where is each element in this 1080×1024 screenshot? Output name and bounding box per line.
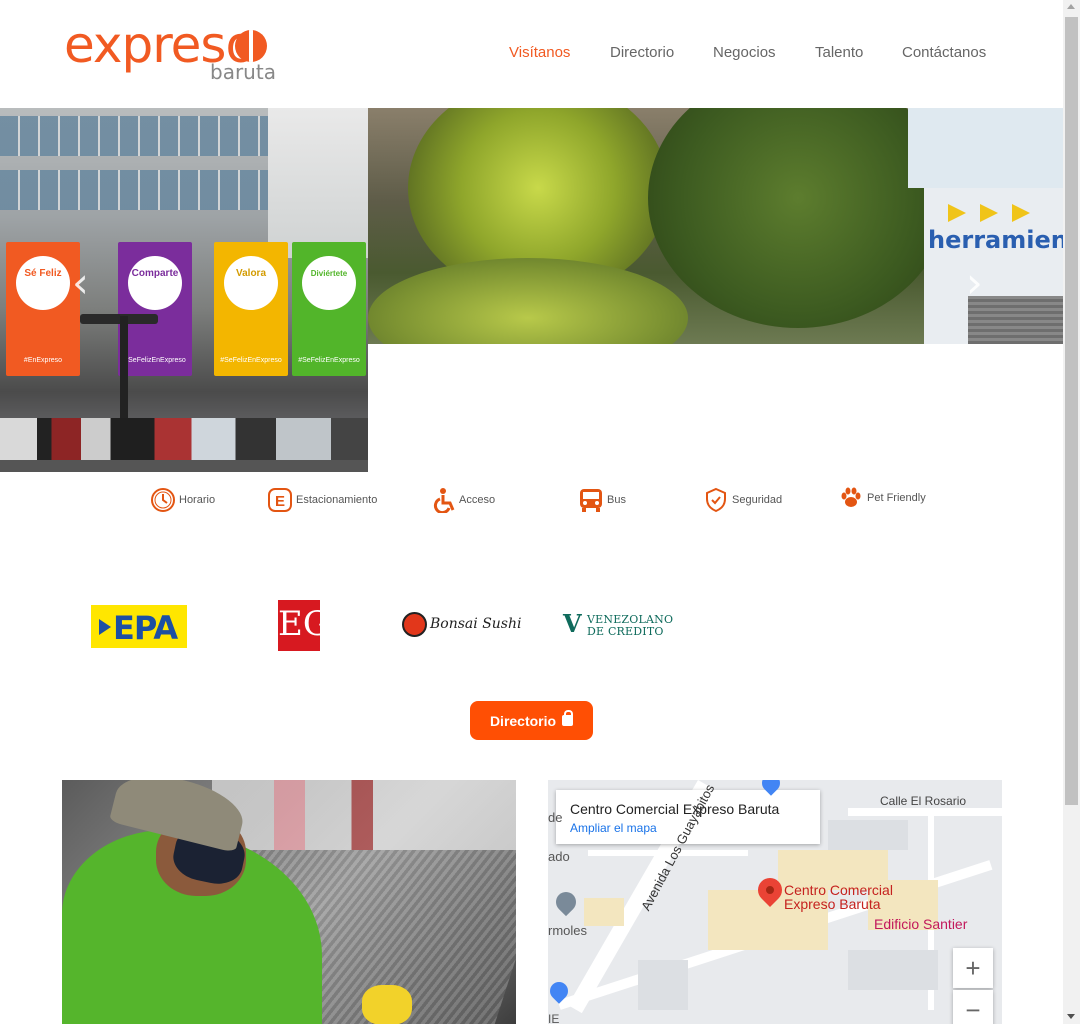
brand-venezolano-de-credito-logo[interactable]: V VENEZOLANO DE CREDITO <box>563 609 673 639</box>
scroll-down-icon[interactable] <box>1067 1014 1075 1019</box>
epa-text: EPA <box>113 609 178 647</box>
banner-valora: Valora #SeFelizEnExpreso <box>214 242 288 376</box>
tree-foliage <box>648 108 948 328</box>
eg-text: EG <box>278 604 330 644</box>
clock-icon <box>151 488 175 512</box>
map-label-edge: rmoles <box>548 923 588 938</box>
sign-triangle <box>1012 204 1030 222</box>
nav-negocios[interactable]: Negocios <box>713 44 776 61</box>
carousel-next-icon[interactable]: › <box>966 262 983 304</box>
building-side <box>268 108 368 258</box>
vzla-text-line2: DE CREDITO <box>587 625 664 638</box>
map-zoom-in-button[interactable]: + <box>953 948 993 988</box>
worker-glove <box>362 985 412 1024</box>
directorio-button-label: Directorio <box>489 712 557 729</box>
amenity-seguridad[interactable]: Seguridad <box>703 486 782 514</box>
brand-eg-logo[interactable]: EG <box>278 600 330 651</box>
banner-bubble <box>302 256 356 310</box>
photo-background-people <box>212 780 516 850</box>
banner-diviertete: Diviértete #SeFelizEnExpreso <box>292 242 366 376</box>
bus-icon <box>580 489 602 512</box>
nav-talento[interactable]: Talento <box>815 44 863 61</box>
paw-icon <box>841 487 861 507</box>
banner-comparte: Comparte #SeFelizEnExpreso <box>118 242 192 376</box>
map-block <box>584 898 624 926</box>
svg-text:E: E <box>275 493 285 510</box>
map-grey-pin-icon[interactable] <box>551 887 581 917</box>
banner-text: Valora <box>235 268 267 279</box>
banner-bubble <box>224 256 278 310</box>
bonsai-text: Bonsai Sushi <box>430 616 522 632</box>
lamp-head <box>80 314 158 324</box>
parking-icon: E <box>268 488 292 512</box>
amenity-bus[interactable]: Bus <box>578 486 626 514</box>
amenity-acceso[interactable]: Acceso <box>430 486 495 514</box>
building-windows <box>0 116 270 156</box>
main-nav: Visítanos Directorio Negocios Talento Co… <box>0 44 1063 68</box>
banner-foot: #SeFelizEnExpreso <box>124 357 186 364</box>
banner-foot: #SeFelizEnExpreso <box>298 357 360 364</box>
epa-play-icon <box>99 619 111 635</box>
amenity-estacionamiento[interactable]: E Estacionamiento <box>267 486 377 514</box>
sign-triangle <box>980 204 998 222</box>
amenity-label: Seguridad <box>732 494 783 506</box>
banner-foot: #SeFelizEnExpreso <box>220 357 282 364</box>
amenity-label: Estacionamiento <box>296 494 378 506</box>
shield-icon <box>706 487 726 513</box>
map-label-edge: IE <box>548 1012 560 1024</box>
directorio-button[interactable]: Directorio <box>470 701 593 740</box>
brand-bonsai-sushi-logo[interactable]: Bonsai Sushi <box>402 612 521 638</box>
building-windows <box>0 170 270 210</box>
parked-cars <box>0 418 368 472</box>
map-label-street: Calle El Rosario <box>880 794 967 808</box>
map-card-title: Centro Comercial Expreso Baruta <box>570 801 780 817</box>
map-block <box>828 820 908 850</box>
sky <box>908 108 1063 188</box>
carousel-prev-icon[interactable]: ‹ <box>72 262 89 304</box>
amenity-pet-friendly[interactable]: Pet Friendly <box>838 484 926 512</box>
banner-text: Comparte <box>131 268 179 279</box>
amenity-label: Pet Friendly <box>867 492 926 504</box>
map-pin-label: Centro Comercial Expreso Baruta <box>784 882 893 912</box>
scrollbar-thumb[interactable] <box>1065 17 1078 805</box>
bonsai-tree-icon <box>402 612 427 637</box>
map-label-edge: ado <box>548 849 570 864</box>
shrubs <box>368 258 688 344</box>
map-enlarge-link[interactable]: Ampliar el mapa <box>570 821 657 835</box>
banner-bubble <box>128 256 182 310</box>
banner-se-feliz: Sé Feliz #EnExpreso <box>6 242 80 376</box>
nav-visitanos[interactable]: Visítanos <box>509 44 570 61</box>
hero-image-entrance: herramienta <box>368 108 1063 344</box>
google-map[interactable]: Centro Comercial Expreso Baruta Ampliar … <box>548 780 1002 1024</box>
brand-epa-logo[interactable]: EPA <box>91 605 187 648</box>
map-road <box>848 808 1002 816</box>
nav-directorio[interactable]: Directorio <box>610 44 674 61</box>
vzla-v-mark: V <box>563 609 582 638</box>
banner-text: Diviértete <box>310 269 348 278</box>
nav-contactanos[interactable]: Contáctanos <box>902 44 986 61</box>
map-label-poi: Edificio Santier <box>874 916 968 932</box>
amenity-horario[interactable]: Horario <box>150 486 215 514</box>
wheelchair-icon <box>433 488 455 513</box>
amenity-label: Acceso <box>459 494 496 506</box>
map-label-edge: de <box>548 810 563 825</box>
site-header: expreso baruta Visítanos Directorio Nego… <box>0 0 1063 108</box>
scroll-up-icon[interactable] <box>1067 4 1075 9</box>
hero-image-banners: Sé Feliz #EnExpreso Comparte #SeFelizEnE… <box>0 108 368 472</box>
banner-bubble <box>16 256 70 310</box>
amenity-label: Horario <box>179 494 216 506</box>
banner-text: Sé Feliz <box>24 268 62 279</box>
map-block <box>848 950 938 990</box>
map-zoom-out-button[interactable]: − <box>953 990 993 1024</box>
store-sign: herramienta <box>928 226 1063 254</box>
map-block <box>638 960 688 1010</box>
banner-foot: #EnExpreso <box>23 357 63 364</box>
amenity-label: Bus <box>607 494 626 506</box>
sign-triangle <box>948 204 966 222</box>
cleaning-staff-photo <box>62 780 516 1024</box>
shopping-bag-icon <box>562 710 574 726</box>
